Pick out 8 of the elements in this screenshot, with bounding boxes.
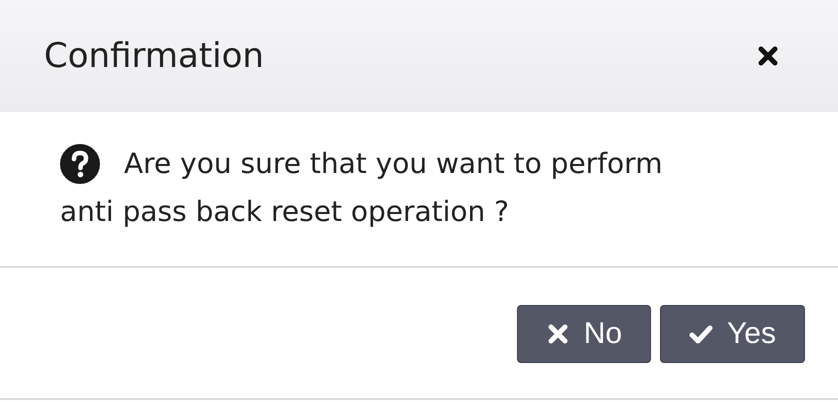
close-icon bbox=[546, 322, 570, 346]
no-button[interactable]: No bbox=[516, 305, 652, 363]
message-line: anti pass back reset operation ? bbox=[60, 194, 510, 230]
close-button[interactable] bbox=[756, 44, 780, 68]
message-line: Are you sure that you want to perform bbox=[124, 146, 662, 182]
dialog-title: Confirmation bbox=[44, 36, 264, 76]
question-icon bbox=[60, 144, 100, 184]
yes-button[interactable]: Yes bbox=[660, 305, 805, 363]
